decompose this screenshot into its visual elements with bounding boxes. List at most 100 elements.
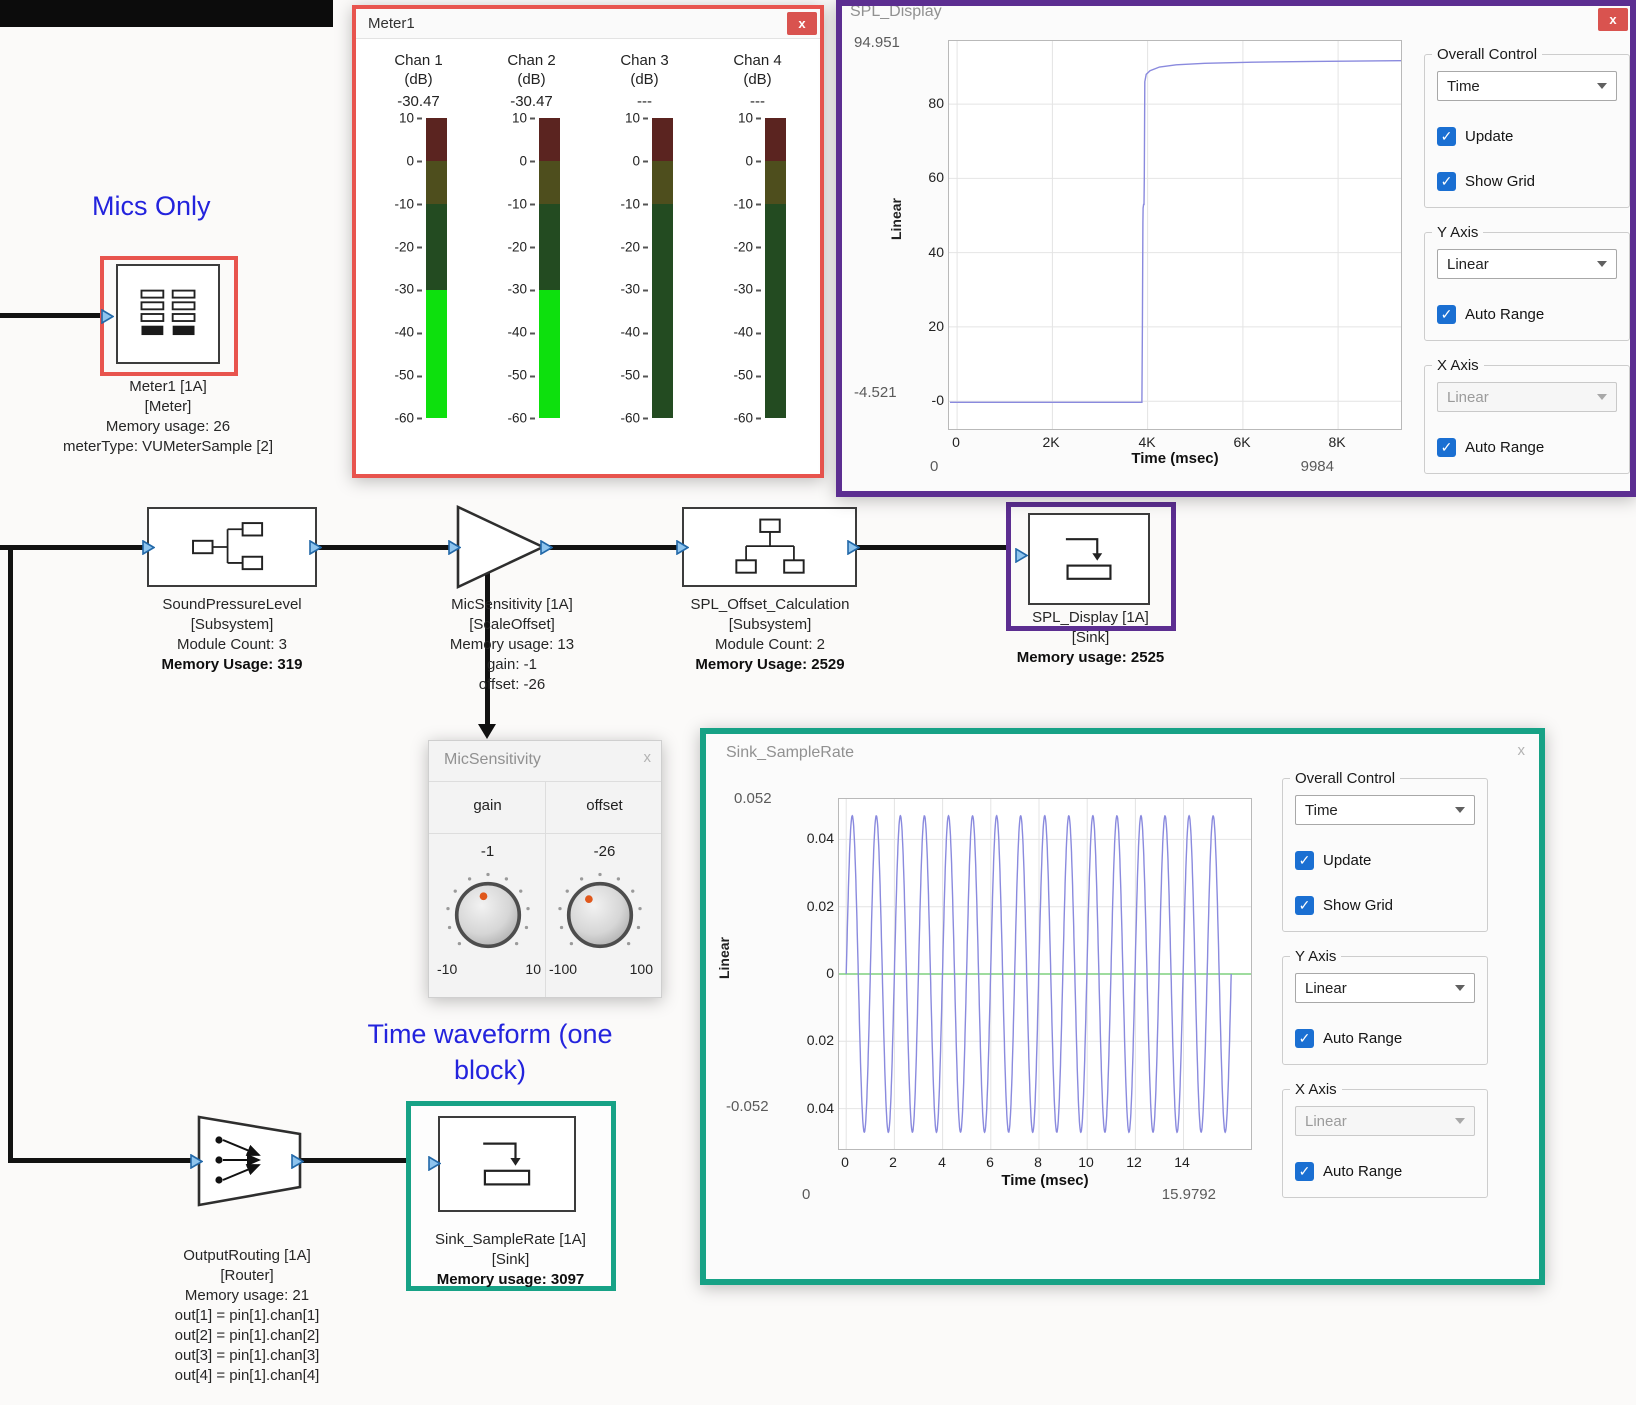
update-label: Update: [1465, 128, 1513, 145]
meter-scale-label: -30: [733, 282, 761, 297]
meter-scale: 100-10-20-30-40-50-60: [616, 118, 648, 418]
x-tick-label: 12: [1116, 1154, 1152, 1170]
chevron-down-icon: [1597, 261, 1607, 267]
meter-scale-label: -60: [733, 411, 761, 426]
block-memory-line: Memory Usage: 319: [132, 655, 332, 675]
block-label-line: SPL_Offset_Calculation: [660, 595, 880, 615]
window-title: SPL_Display: [850, 3, 942, 21]
domain-dropdown[interactable]: Time: [1295, 795, 1475, 825]
soundpressurelevel-block[interactable]: [147, 507, 317, 587]
spl-chart-canvas: [949, 41, 1401, 429]
x-tick-label: 14: [1164, 1154, 1200, 1170]
knob-max-label: 10: [513, 961, 541, 977]
meter1-block[interactable]: [116, 264, 220, 364]
meter-scale-label: -30: [620, 282, 648, 297]
y-axis-label: Y Axis: [1432, 224, 1483, 241]
close-button[interactable]: x: [787, 12, 817, 35]
block-label-line: out[2] = pin[1].chan[2]: [134, 1326, 360, 1346]
y-max-readout: 94.951: [854, 34, 900, 51]
meter1-window: Meter1 x Chan 1(dB)-30.47100-10-20-30-40…: [352, 5, 824, 478]
y-tick-label: 20: [906, 318, 944, 334]
overall-control-label: Overall Control: [1290, 770, 1400, 787]
block-label-line: [Sink]: [398, 1250, 623, 1270]
chevron-down-icon: [1597, 394, 1607, 400]
spl-display-block[interactable]: [1028, 513, 1150, 605]
chevron-down-icon: [1455, 985, 1465, 991]
vu-meter: 100-10-20-30-40-50-60: [729, 118, 786, 418]
x-range-start: 0: [930, 458, 938, 475]
block-label-line: MicSensitivity [1A]: [412, 595, 612, 615]
meter-scale-label: 10: [625, 111, 648, 126]
x-range-end: 15.9792: [1106, 1186, 1216, 1203]
meter-zone-olive: [652, 161, 673, 204]
outputrouting-block[interactable]: [197, 1114, 303, 1208]
annotation-time-waveform: Time waveform (one block): [330, 1016, 650, 1088]
show-grid-checkbox[interactable]: ✓ Show Grid: [1295, 896, 1475, 915]
block-memory-line: Memory usage: 3097: [398, 1270, 623, 1290]
x-auto-range-checkbox[interactable]: ✓ Auto Range: [1437, 438, 1617, 457]
checkbox-checked-icon: ✓: [1295, 1162, 1314, 1181]
x-scale-dropdown: Linear: [1295, 1106, 1475, 1136]
meter-scale-label: -10: [733, 196, 761, 211]
meter-channel: Chan 4(dB)---100-10-20-30-40-50-60: [702, 51, 814, 418]
y-max-readout: 0.052: [734, 790, 772, 807]
block-label-line: Sink_SampleRate [1A]: [398, 1230, 623, 1250]
micsensitivity-block[interactable]: [455, 503, 547, 591]
close-button[interactable]: x: [1518, 742, 1526, 759]
show-grid-label: Show Grid: [1465, 173, 1535, 190]
block-label-line: Memory usage: 26: [58, 417, 278, 437]
meter-scale-label: -30: [507, 282, 535, 297]
y-auto-range-checkbox[interactable]: ✓ Auto Range: [1437, 305, 1617, 324]
x-auto-range-label: Auto Range: [1465, 439, 1544, 456]
meter-scale-label: -10: [507, 196, 535, 211]
close-button[interactable]: x: [1598, 8, 1628, 31]
x-axis-label: X Axis: [1290, 1081, 1342, 1098]
channel-value: -30.47: [397, 93, 440, 110]
x-range-end: 9984: [1238, 458, 1334, 475]
micsensitivity-block-labels: MicSensitivity [1A][ScaleOffset]Memory u…: [412, 595, 612, 695]
y-auto-range-checkbox[interactable]: ✓ Auto Range: [1295, 1029, 1475, 1048]
wire: [0, 545, 150, 550]
input-pin-icon: [101, 309, 114, 324]
block-label-line: Module Count: 2: [660, 635, 880, 655]
show-grid-checkbox[interactable]: ✓ Show Grid: [1437, 172, 1617, 191]
sink-chart-pane: [838, 798, 1252, 1150]
block-label-line: Module Count: 3: [132, 635, 332, 655]
x-tick-label: 0: [827, 1154, 863, 1170]
domain-dropdown[interactable]: Time: [1437, 71, 1617, 101]
x-auto-range-checkbox[interactable]: ✓ Auto Range: [1295, 1162, 1475, 1181]
channel-value: -30.47: [510, 93, 553, 110]
update-checkbox[interactable]: ✓ Update: [1437, 127, 1617, 146]
x-tick-label: 6K: [1222, 434, 1262, 450]
offset-knob[interactable]: [554, 869, 646, 961]
input-pin-icon: [1015, 548, 1028, 563]
gain-knob[interactable]: [442, 869, 534, 961]
wire: [543, 545, 685, 550]
y-auto-range-label: Auto Range: [1323, 1030, 1402, 1047]
spl-offset-calculation-block[interactable]: [682, 507, 857, 587]
meter-zone-red: [426, 118, 447, 161]
y-scale-dropdown[interactable]: Linear: [1437, 249, 1617, 279]
update-checkbox[interactable]: ✓ Update: [1295, 851, 1475, 870]
sink-chart-canvas: [839, 799, 1251, 1149]
x-tick-label: 2: [875, 1154, 911, 1170]
meter-scale-label: -50: [620, 368, 648, 383]
y-min-readout: -4.521: [854, 384, 897, 401]
meter1-window-titlebar[interactable]: Meter1 x: [356, 9, 820, 39]
checkbox-checked-icon: ✓: [1437, 438, 1456, 457]
meter-scale-label: -40: [394, 325, 422, 340]
y-auto-range-label: Auto Range: [1465, 306, 1544, 323]
channel-unit: (dB): [517, 70, 545, 89]
y-scale-value: Linear: [1305, 980, 1347, 997]
meter-zone-olive: [539, 161, 560, 204]
close-button[interactable]: x: [644, 749, 652, 766]
checkbox-checked-icon: ✓: [1295, 851, 1314, 870]
soundpressurelevel-block-labels: SoundPressureLevel[Subsystem]Module Coun…: [132, 595, 332, 675]
meter-scale-label: -10: [620, 196, 648, 211]
sink-samplerate-block[interactable]: [438, 1116, 576, 1212]
y-axis-group: Y Axis Linear ✓ Auto Range: [1424, 224, 1630, 341]
wire: [298, 1158, 410, 1163]
y-scale-dropdown[interactable]: Linear: [1295, 973, 1475, 1003]
input-pin-icon: [190, 1154, 203, 1169]
knob-value: -1: [429, 843, 546, 860]
